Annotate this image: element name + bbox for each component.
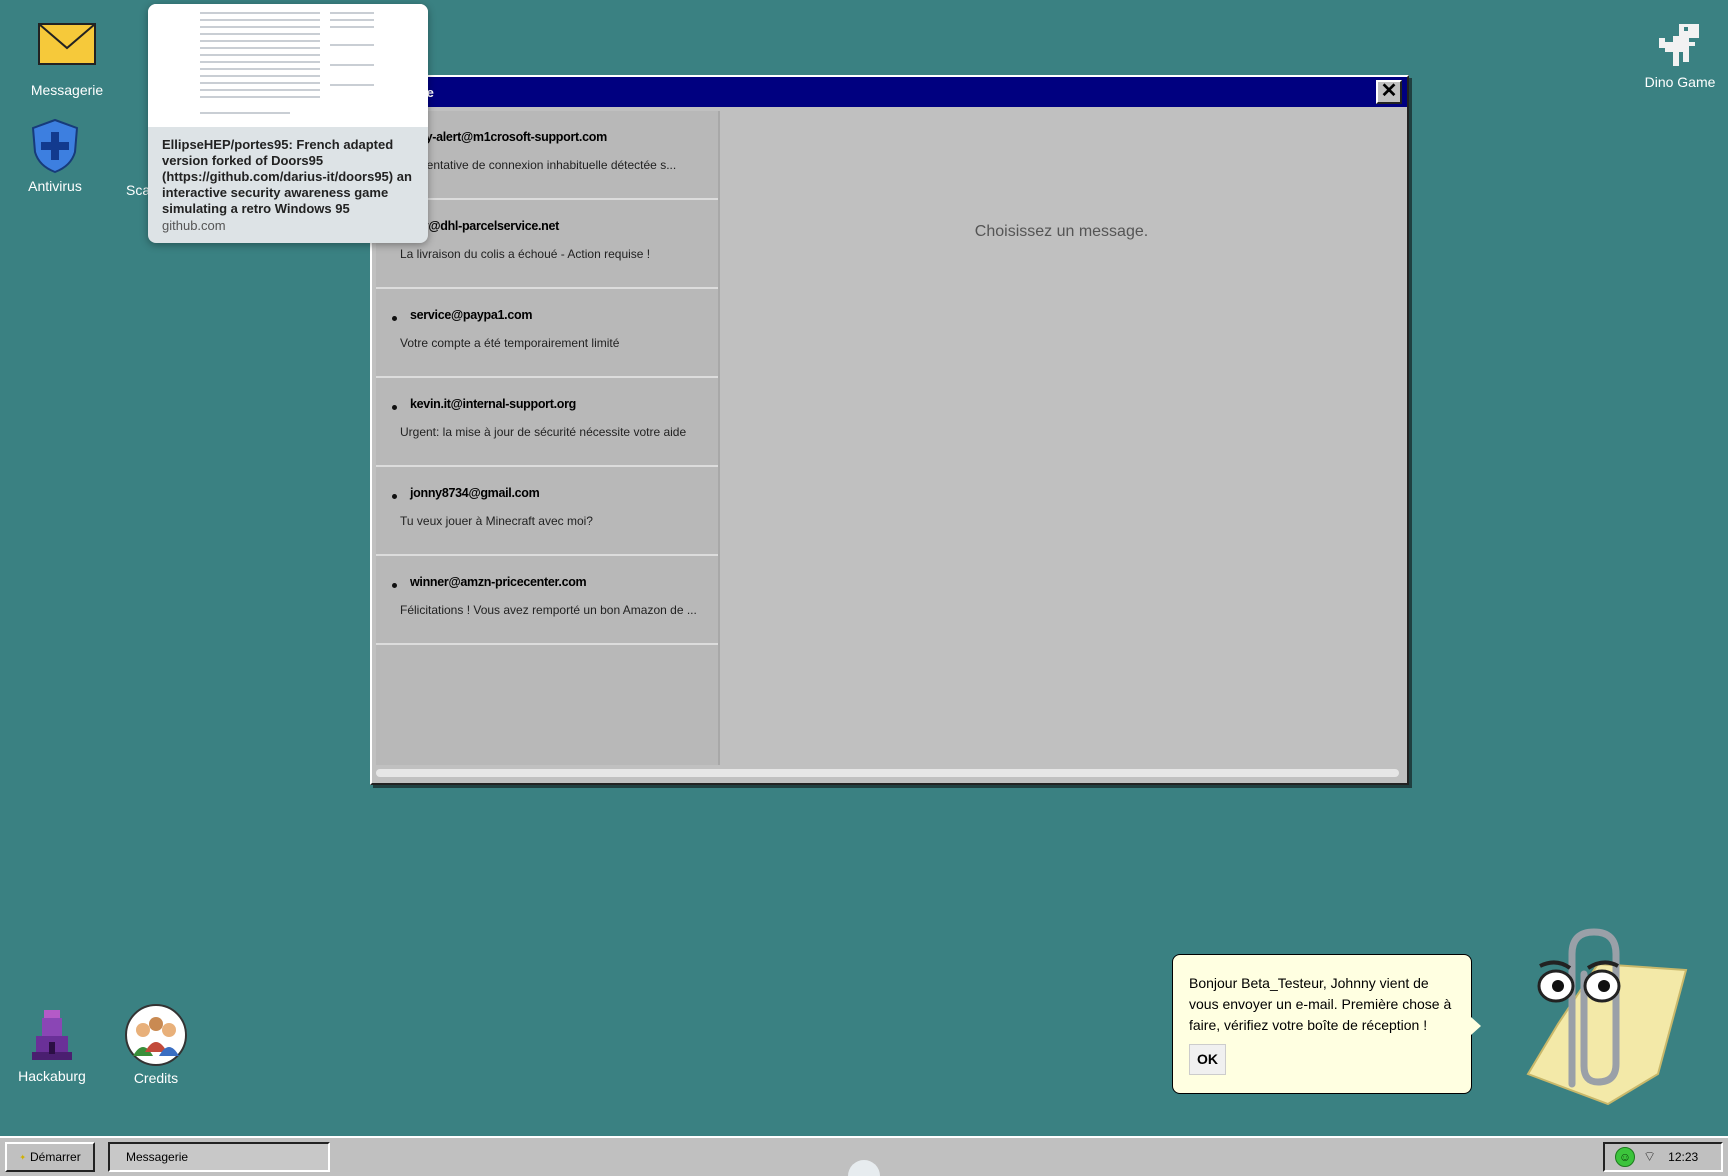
unread-dot	[392, 316, 397, 321]
message-item[interactable]: winner@amzn-pricecenter.com Félicitation…	[376, 556, 718, 645]
window-titlebar[interactable]: rie ✕	[372, 77, 1407, 107]
team-icon	[125, 1004, 187, 1066]
unread-dot	[392, 494, 397, 499]
message-sender: curity-alert@m1crosoft-support.com	[400, 130, 607, 144]
desktop-icon-hackaburg[interactable]: Hackaburg	[0, 1006, 107, 1084]
taskbar-item-label: Messagerie	[126, 1150, 189, 1164]
desktop-icon-credits[interactable]: Credits	[101, 1004, 211, 1086]
window-body: curity-alert@m1crosoft-support.com ent: …	[376, 111, 1403, 765]
preview-domain: github.com	[162, 218, 226, 233]
mail-window[interactable]: rie ✕ curity-alert@m1crosoft-support.com…	[370, 75, 1409, 785]
assistant-bubble: Bonjour Beta_Testeur, Johnny vient de vo…	[1172, 954, 1481, 1094]
preview-thumbnail	[148, 4, 428, 127]
message-sender: service@paypa1.com	[410, 308, 533, 322]
start-button[interactable]: ✦ Démarrer	[5, 1142, 95, 1172]
message-subject: La livraison du colis a échoué - Action …	[400, 247, 651, 261]
desktop-icon-label: Hackaburg	[18, 1068, 86, 1084]
taskbar: ✦ Démarrer Messagerie ☺ ⌔ 12:23	[0, 1136, 1728, 1176]
shield-icon	[31, 118, 79, 174]
message-sender: reply@dhl-parcelservice.net	[400, 219, 560, 233]
message-subject: Votre compte a été temporairement limité	[400, 336, 620, 350]
dock-handle[interactable]	[848, 1160, 880, 1176]
message-subject: Félicitations ! Vous avez remporté un bo…	[400, 603, 697, 617]
desktop-icon-label: Credits	[133, 1070, 179, 1086]
desktop-icon-messagerie[interactable]: Messagerie	[12, 22, 122, 98]
preview-description: EllipseHEP/portes95: French adapted vers…	[162, 137, 412, 216]
link-preview-tooltip: EllipseHEP/portes95: French adapted vers…	[148, 4, 428, 243]
message-sender: jonny8734@gmail.com	[410, 486, 540, 500]
close-button[interactable]: ✕	[1376, 80, 1402, 104]
clock: 12:23	[1668, 1150, 1699, 1164]
assistant-message: Bonjour Beta_Testeur, Johnny vient de vo…	[1189, 975, 1452, 1033]
castle-icon	[32, 1010, 72, 1060]
close-icon: ✕	[1380, 80, 1398, 102]
message-sender: winner@amzn-pricecenter.com	[410, 575, 587, 589]
dino-icon	[1659, 24, 1699, 66]
start-label: Démarrer	[30, 1150, 81, 1164]
start-icon: ✦	[19, 1152, 27, 1162]
horizontal-scrollbar[interactable]	[376, 769, 1399, 777]
empty-message-placeholder: Choisissez un message.	[974, 223, 1149, 240]
desktop-icon-dino-game[interactable]: Dino Game	[1625, 24, 1728, 90]
message-item[interactable]: jonny8734@gmail.com Tu veux jouer à Mine…	[376, 467, 718, 556]
message-subject: ent: tentative de connexion inhabituelle…	[400, 158, 677, 172]
message-item[interactable]: service@paypa1.com Votre compte a été te…	[376, 289, 718, 378]
message-sender: kevin.it@internal-support.org	[410, 397, 577, 411]
wifi-icon[interactable]: ⌔	[1643, 1148, 1656, 1166]
message-view: Choisissez un message.	[720, 111, 1403, 765]
taskbar-item-messagerie[interactable]: Messagerie	[108, 1142, 330, 1172]
desktop-icon-label: Messagerie	[30, 82, 104, 98]
smiley-status-icon[interactable]: ☺	[1615, 1147, 1635, 1167]
system-tray: ☺ ⌔ 12:23	[1603, 1142, 1723, 1172]
message-item[interactable]: kevin.it@internal-support.org Urgent: la…	[376, 378, 718, 467]
unread-dot	[392, 405, 397, 410]
paperclip-assistant-icon[interactable]	[1498, 924, 1688, 1114]
envelope-icon	[38, 23, 96, 65]
message-subject: Urgent: la mise à jour de sécurité néces…	[400, 425, 687, 439]
ok-button[interactable]: OK	[1189, 1044, 1226, 1075]
unread-dot	[392, 583, 397, 588]
message-subject: Tu veux jouer à Minecraft avec moi?	[400, 514, 593, 528]
desktop-icon-label: Dino Game	[1644, 74, 1716, 90]
